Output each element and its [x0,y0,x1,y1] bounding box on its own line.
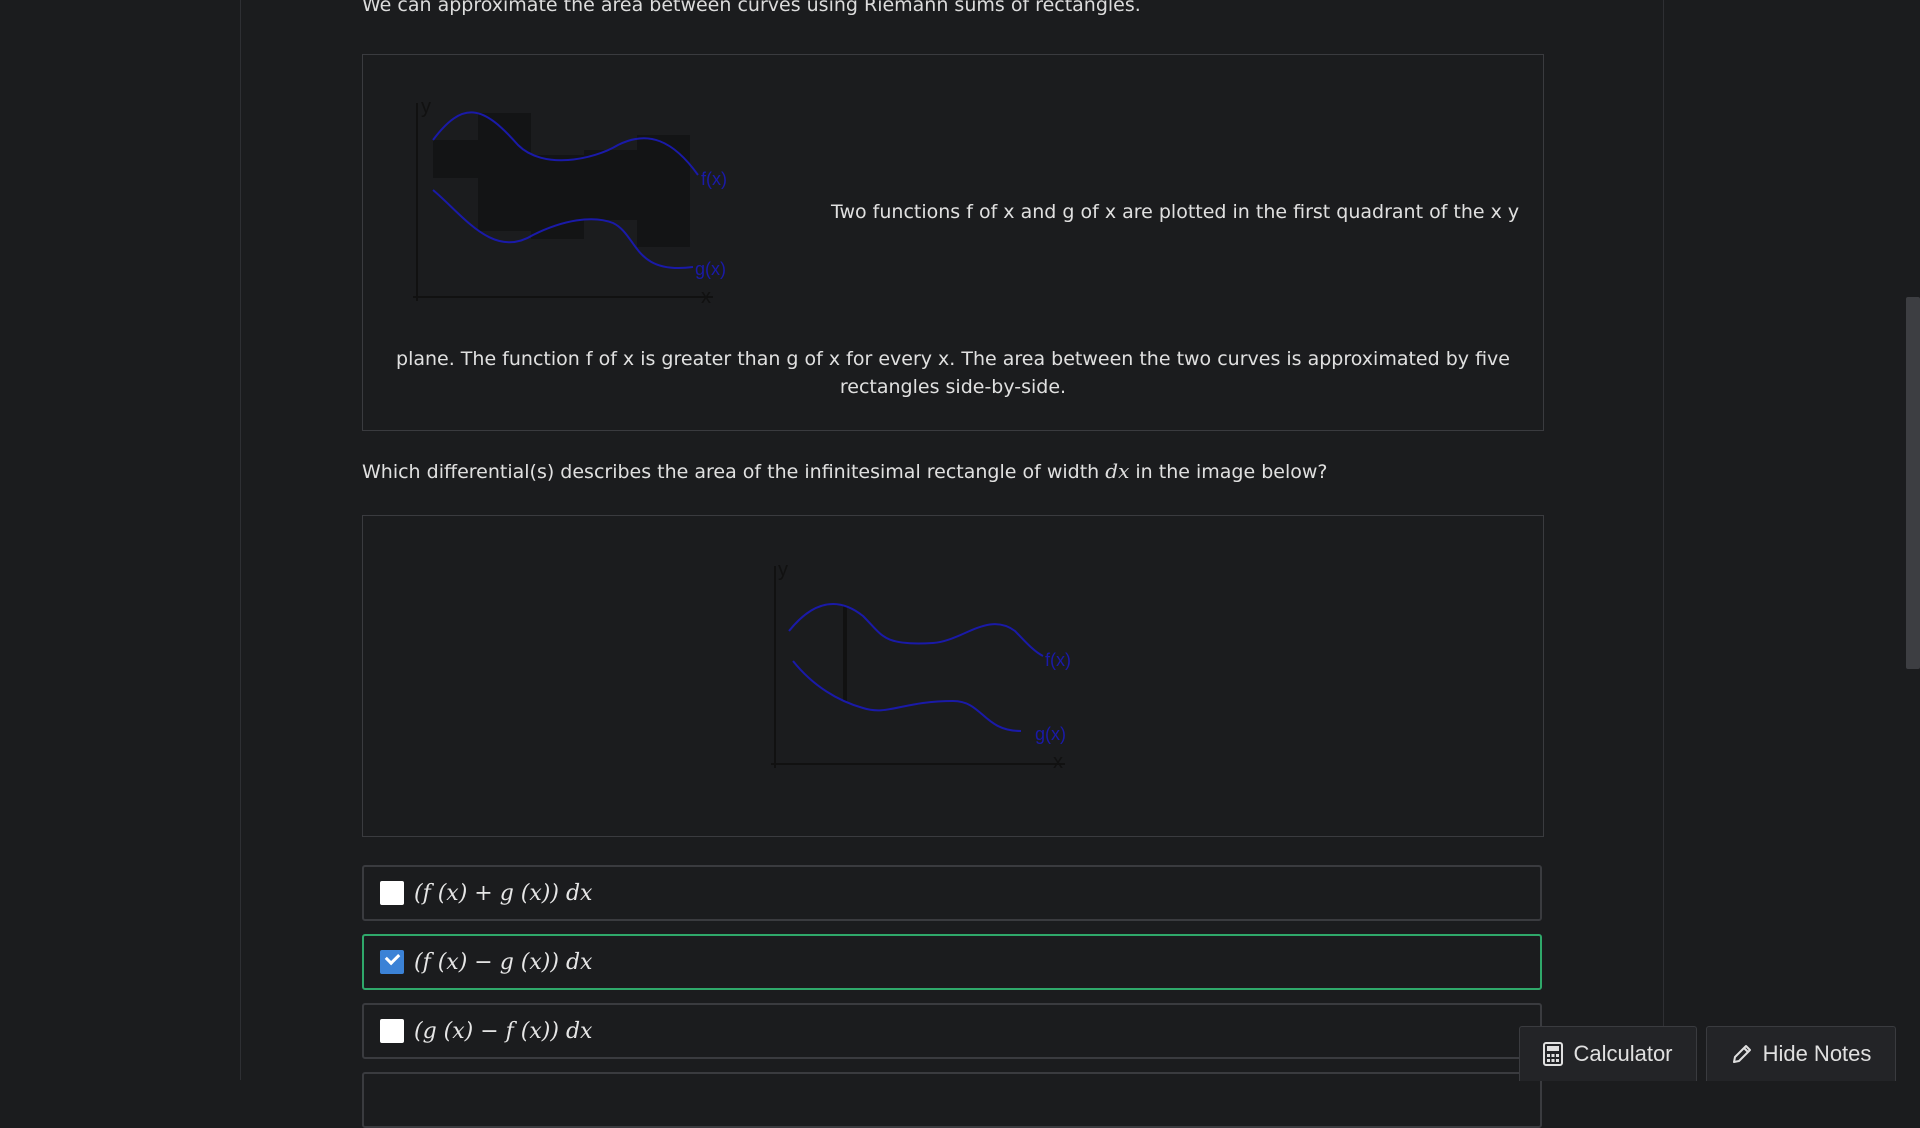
calculator-label: Calculator [1573,1041,1673,1066]
riemann-figure: y x f(x) g(x) Two functions f of x and g… [362,54,1544,431]
hide-notes-button[interactable]: Hide Notes [1706,1026,1896,1081]
right-column-divider [1663,0,1664,1080]
intro-text: We can approximate the area between curv… [362,0,1141,16]
differential-plot: y x f(x) g(x) [771,559,1071,773]
f-label: f(x) [1045,650,1071,670]
riemann-rect-5 [637,135,690,247]
figure-description-line2: plane. The function f of x is greater th… [396,348,1510,398]
scrollbar-thumb[interactable] [1906,297,1920,669]
x-axis-label: x [1053,751,1063,773]
figure-description-line1: Two functions f of x and g of x are plot… [831,201,1520,223]
left-column-divider [240,0,241,1080]
answer-option-1[interactable]: (f (x) + g (x)) dx [362,865,1542,921]
answer-option-3[interactable]: (g (x) − f (x)) dx [362,1003,1542,1059]
option-2-label: (f (x) − g (x)) dx [414,949,593,975]
calculator-button[interactable]: Calculator [1519,1026,1697,1081]
question-text: Which differential(s) describes the area… [362,459,1328,483]
answer-option-2[interactable]: (f (x) − g (x)) dx [362,934,1542,990]
f-label: f(x) [701,169,727,189]
f-curve [788,603,1044,657]
riemann-rect-4 [584,150,637,220]
riemann-rect-3 [531,155,584,239]
option-3-label: (g (x) − f (x)) dx [414,1018,593,1044]
answer-option-4[interactable] [362,1072,1542,1128]
y-axis-label: y [421,96,431,118]
g-curve [792,660,1022,732]
y-axis-label: y [778,559,788,581]
calculator-icon [1543,1042,1564,1066]
hide-notes-label: Hide Notes [1762,1041,1872,1066]
option-1-label: (f (x) + g (x)) dx [414,880,593,906]
option-1-checkbox[interactable] [380,881,404,905]
x-axis-label: x [701,286,711,308]
pencil-icon [1732,1045,1751,1063]
differential-figure: y x f(x) g(x) [362,515,1544,837]
g-label: g(x) [695,259,726,279]
option-2-checkbox[interactable] [380,950,404,974]
option-3-checkbox[interactable] [380,1019,404,1043]
g-label: g(x) [1035,724,1066,744]
dx-math: dx [1105,459,1130,483]
riemann-plot: y x f(x) g(x) [413,96,727,308]
riemann-rect-1 [433,140,478,178]
